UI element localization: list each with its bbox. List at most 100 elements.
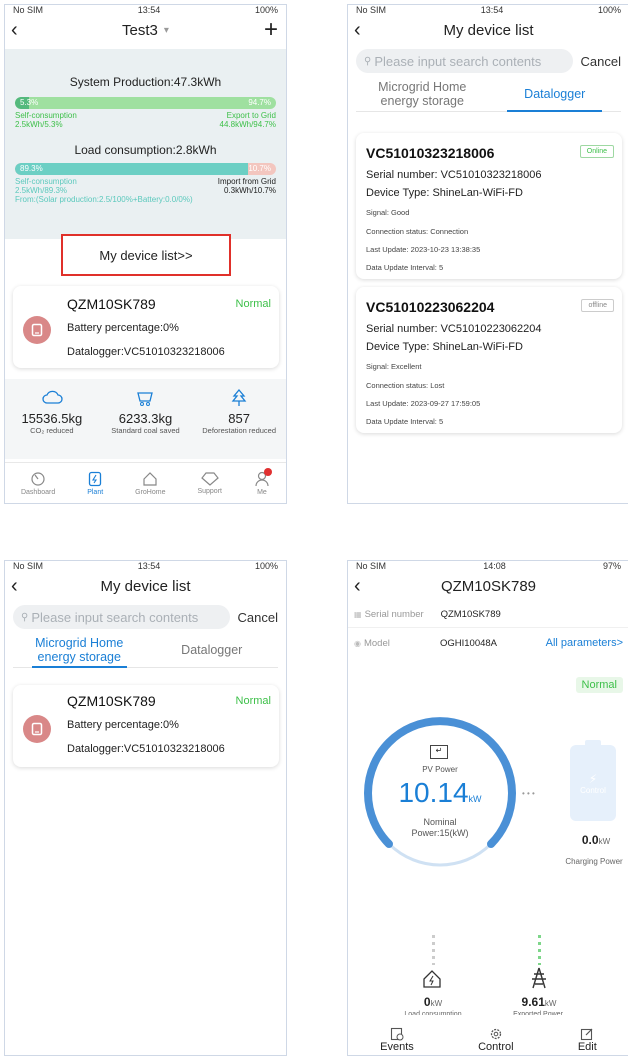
stat-tree: 857 Deforestation reduced	[194, 389, 284, 459]
screen-datalogger-list: No SIM 13:54 100% ‹ My device list ⚲ Ple…	[347, 4, 628, 504]
add-icon[interactable]: +	[264, 16, 278, 44]
pv-label: PV Power	[422, 765, 458, 774]
control-button[interactable]: Control	[478, 1027, 514, 1053]
device-card[interactable]: QZM10SK789 Normal Battery percentage:0% …	[13, 286, 279, 368]
battery-device-icon	[23, 316, 51, 344]
battery-level: 100%	[597, 5, 621, 15]
device-list-link[interactable]: My device list>>	[61, 234, 231, 276]
nav-me-label: Me	[257, 488, 267, 496]
carrier: No SIM	[356, 5, 387, 15]
search-row: ⚲ Please input search contents Cancel	[5, 601, 286, 633]
load-unit: kW	[430, 999, 443, 1008]
bottom-nav: Dashboard Plant GroHome Support Me	[5, 462, 286, 503]
stat-coal-label: Standard coal saved	[111, 426, 180, 435]
all-parameters-link[interactable]: All parameters>	[546, 637, 623, 649]
nav-support[interactable]: Support	[197, 471, 222, 495]
logger-card-1[interactable]: VC51010323218006 Online Serial number: V…	[356, 133, 622, 279]
nominal-line1: Nominal	[423, 817, 457, 827]
tab-microgrid[interactable]: Microgrid Home energy storage	[356, 77, 489, 111]
nav-plant[interactable]: Plant	[87, 471, 103, 496]
back-icon[interactable]: ‹	[354, 19, 361, 42]
status-bar: No SIM 13:54 100%	[5, 5, 286, 15]
tab-datalogger[interactable]: Datalogger	[489, 77, 622, 112]
datalogger-id: Datalogger:VC51010323218006	[67, 743, 225, 755]
search-input[interactable]: ⚲ Please input search contents	[13, 605, 230, 629]
back-icon[interactable]: ‹	[11, 19, 18, 42]
production-left-pct: 5.3%	[20, 98, 39, 107]
edit-button[interactable]: Edit	[578, 1027, 597, 1053]
search-placeholder: Please input search contents	[31, 609, 199, 625]
logger-signal: Signal: Good	[366, 208, 410, 217]
model-row: ◉ Model OGHI10048A All parameters>	[348, 628, 628, 658]
cancel-button[interactable]: Cancel	[581, 54, 621, 69]
plant-title[interactable]: Test3	[122, 22, 158, 39]
logger-last-update: Last Update: 2023-10-23 13:38:35	[366, 245, 481, 254]
datalogger-id: Datalogger:VC51010323218006	[67, 346, 225, 358]
tab-datalogger[interactable]: Datalogger	[146, 633, 279, 667]
control-label: Control	[478, 1041, 514, 1053]
time: 13:54	[137, 561, 161, 571]
logger-card-2[interactable]: VC51010223062204 offline Serial number: …	[356, 287, 622, 433]
nav-bar: ‹ My device list	[348, 15, 628, 45]
export-flow-line	[538, 935, 541, 965]
nav-plant-label: Plant	[87, 488, 104, 496]
support-icon	[200, 471, 219, 486]
production-bar: 5.3% 94.7%	[15, 97, 276, 109]
tab-microgrid[interactable]: Microgrid Home energy storage	[13, 633, 146, 668]
nav-grohome[interactable]: GroHome	[135, 471, 165, 496]
nav-grohome-label: GroHome	[135, 488, 166, 496]
serial-row: ▦ Serial number QZM10SK789	[348, 601, 628, 628]
charging-value: 0.0	[581, 833, 599, 847]
search-placeholder: Please input search contents	[374, 53, 542, 69]
bolt-icon: ⚡	[588, 771, 598, 786]
load-bar-fill	[15, 163, 249, 175]
self-consumption-label: Self-consumption	[15, 111, 77, 120]
nominal-line2: Power:15(kW)	[411, 828, 469, 838]
logger-connection: Connection status: Lost	[366, 381, 445, 390]
events-label: Events	[380, 1041, 414, 1053]
device-card[interactable]: QZM10SK789 Normal Battery percentage:0% …	[13, 685, 279, 767]
model-label: Model	[363, 637, 390, 649]
nav-bar: ‹ Test3 ▾ +	[5, 15, 286, 45]
logger-connection: Connection status: Connection	[366, 227, 469, 236]
stat-co2: 15536.5kg CO₂ reduced	[7, 389, 97, 459]
logger-type: Device Type: ShineLan-WiFi-FD	[366, 341, 523, 353]
serial-label: Serial number	[364, 608, 424, 620]
logger-type: Device Type: ShineLan-WiFi-FD	[366, 187, 523, 199]
pv-unit: kW	[468, 794, 482, 804]
flow-dots: • • •	[522, 789, 535, 798]
nav-dashboard[interactable]: Dashboard	[21, 471, 55, 496]
device-name: QZM10SK789	[67, 296, 156, 312]
load-house-icon	[422, 969, 442, 994]
energy-panel: System Production:47.3kWh 5.3% 94.7% Sel…	[5, 49, 286, 239]
page-title: My device list	[100, 577, 191, 595]
search-icon: ⚲	[364, 55, 372, 67]
logger-status-badge: Online	[579, 145, 614, 158]
nav-dashboard-label: Dashboard	[20, 488, 56, 496]
production-legend: Self-consumption 2.5kWh/5.3% Export to G…	[15, 111, 276, 129]
search-input[interactable]: ⚲ Please input search contents	[356, 49, 573, 73]
page-title: My device list	[443, 21, 534, 39]
nav-me[interactable]: Me	[254, 467, 272, 496]
serial-icon: ▦	[354, 609, 362, 619]
tree-icon	[231, 389, 247, 406]
back-icon[interactable]: ‹	[11, 575, 18, 598]
load-legend: Self-consumption 2.5kWh/89.3% Import fro…	[15, 177, 276, 195]
stat-tree-label: Deforestation reduced	[202, 426, 277, 435]
battery-control-label: Control	[580, 785, 606, 795]
load-left-pct: 89.3%	[20, 164, 43, 173]
stats-panel: 15536.5kg CO₂ reduced 6233.3kg Standard …	[5, 379, 286, 459]
gear-icon	[490, 1028, 501, 1040]
self-consumption-label-2: Self-consumption	[15, 177, 77, 186]
pv-icon: ↵	[430, 745, 448, 759]
cancel-button[interactable]: Cancel	[238, 610, 278, 625]
export-value: 44.8kWh/94.7%	[219, 120, 276, 129]
model-value: OGHI10048A	[439, 637, 498, 649]
logger-signal: Signal: Excellent	[366, 362, 422, 371]
carrier: No SIM	[13, 561, 44, 571]
back-icon[interactable]: ‹	[354, 575, 361, 598]
chevron-down-icon[interactable]: ▾	[164, 25, 169, 36]
screen-device-detail: No SIM 14:08 97% ‹ QZM10SK789 ▦ Serial n…	[347, 560, 628, 1056]
screen-microgrid-list: No SIM 13:54 100% ‹ My device list ⚲ Ple…	[4, 560, 287, 1056]
events-button[interactable]: Events	[380, 1027, 414, 1053]
